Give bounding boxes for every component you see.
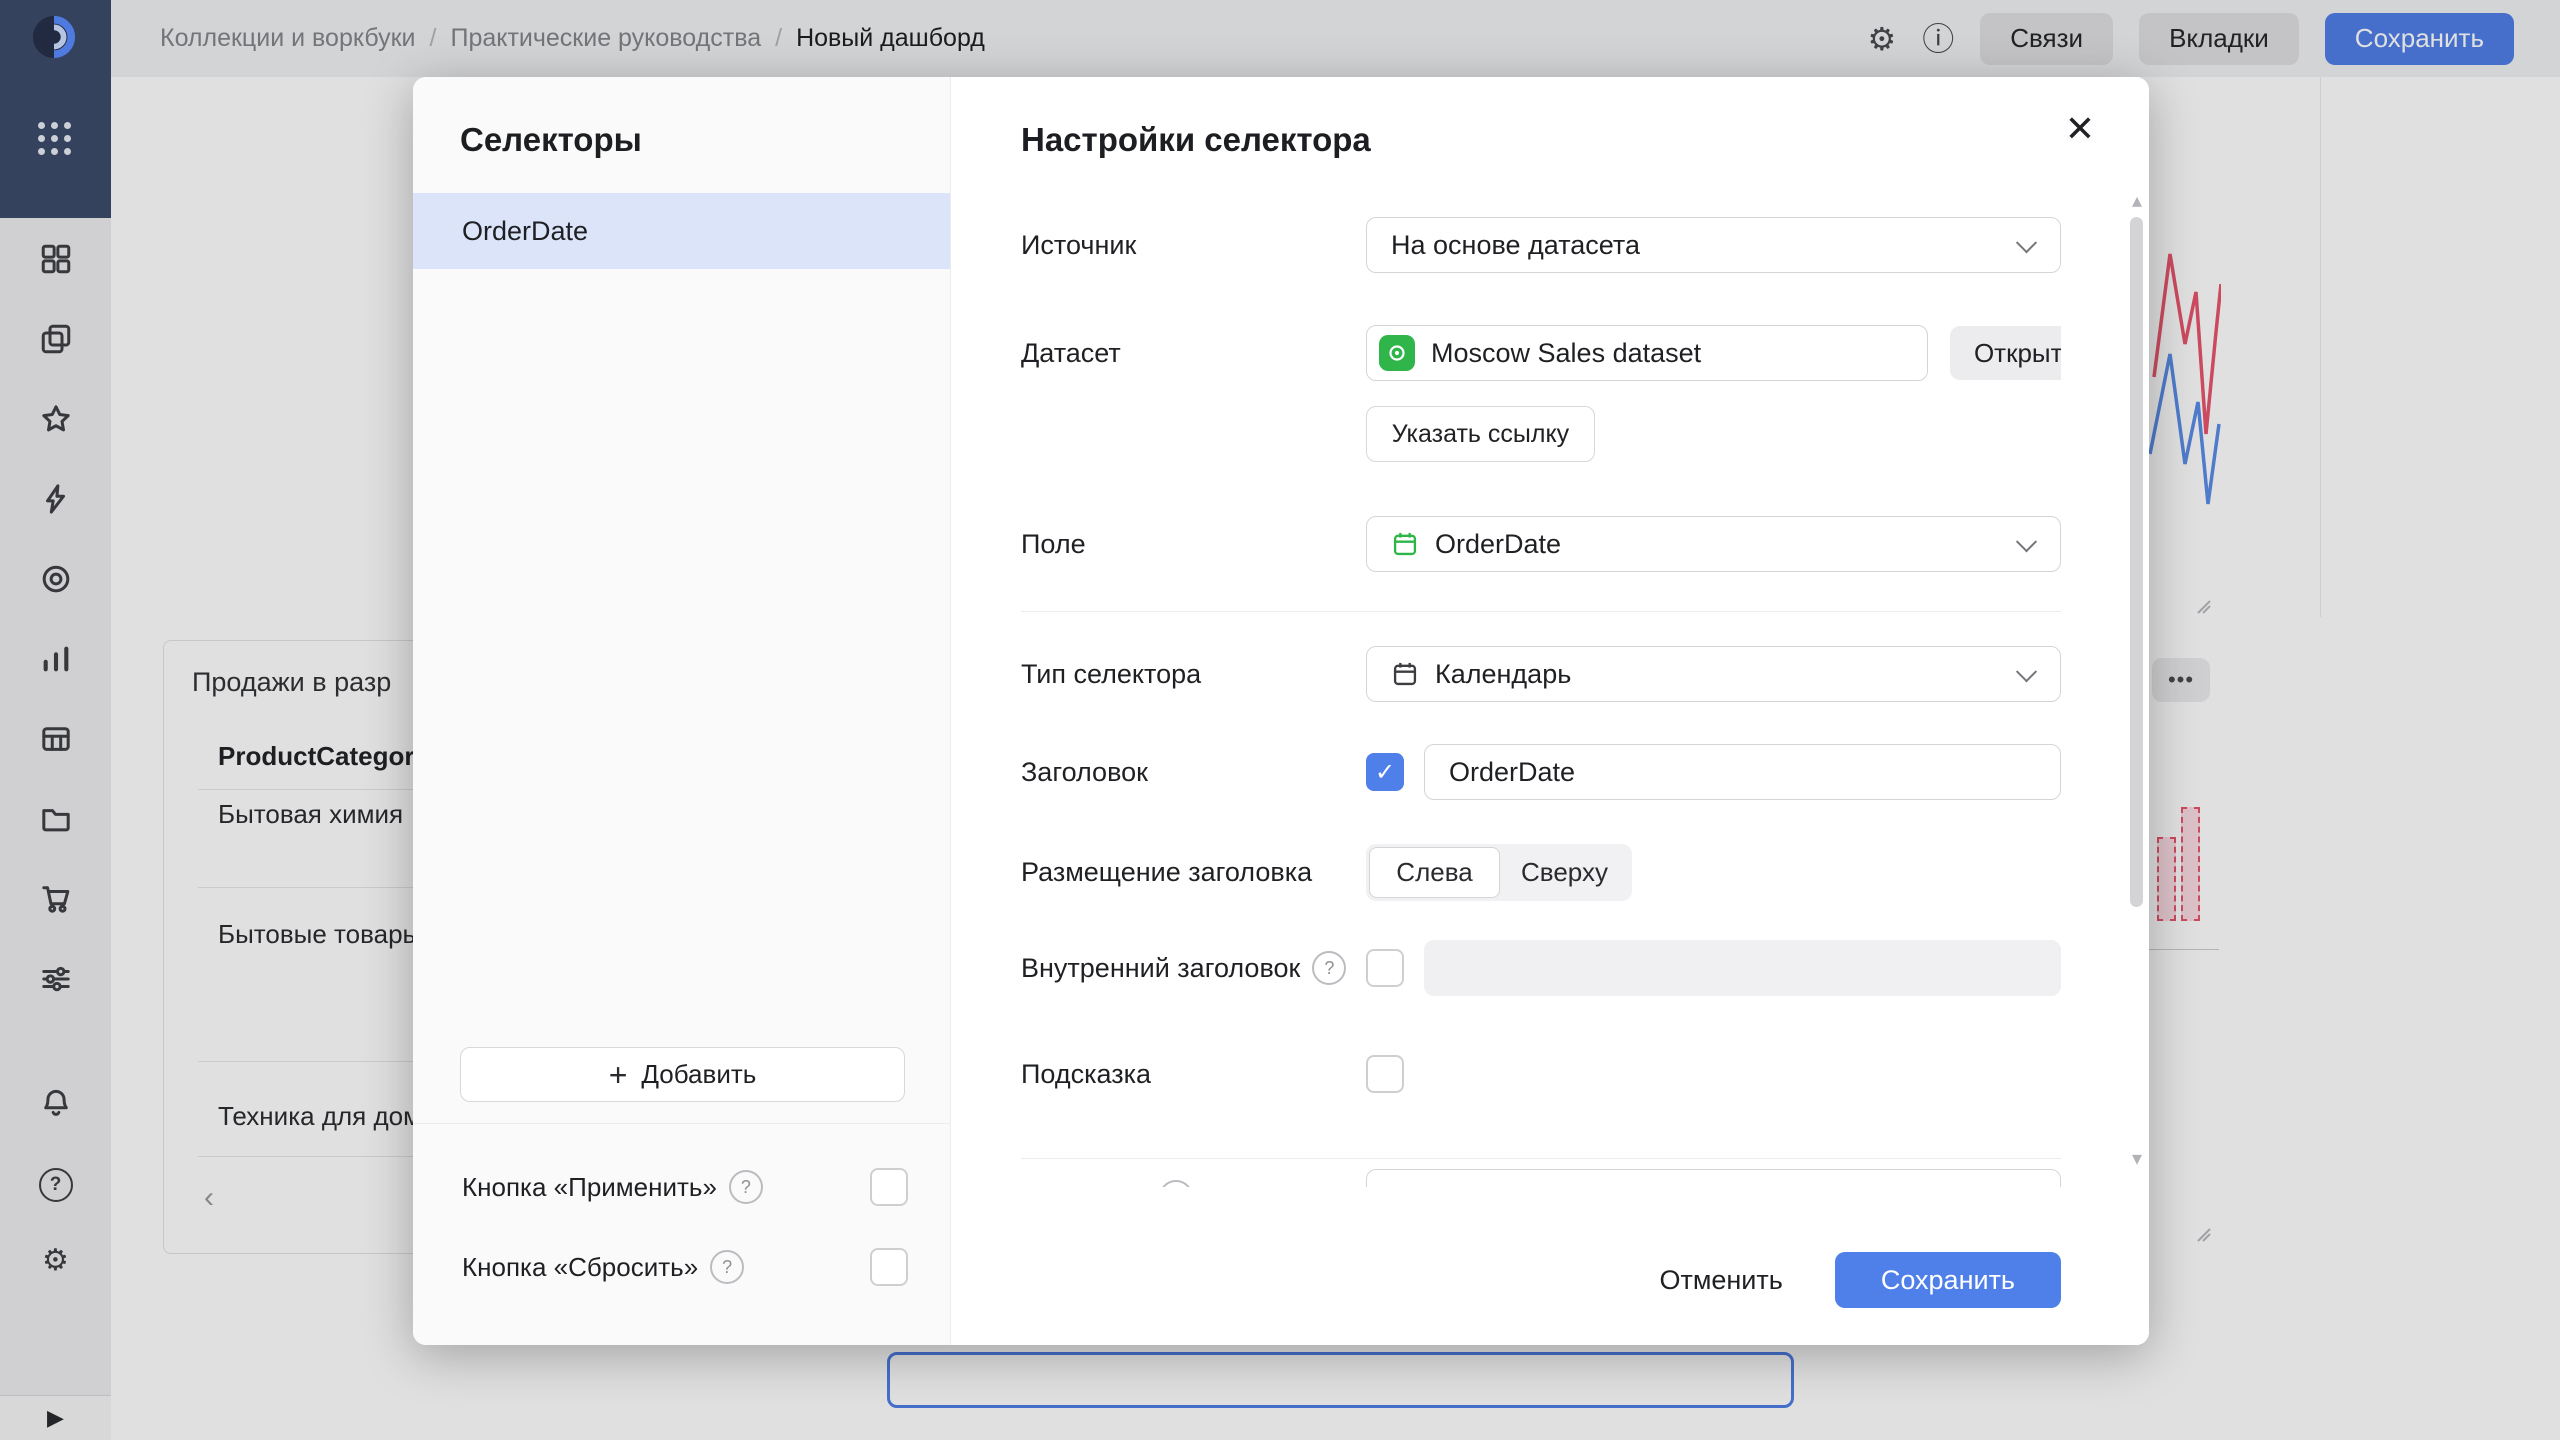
apply-button-option-label: Кнопка «Применить» (462, 1172, 717, 1203)
apply-button-checkbox[interactable] (870, 1168, 908, 1206)
field-select-value: OrderDate (1435, 529, 1561, 560)
save-selector-button[interactable]: Сохранить (1835, 1252, 2061, 1308)
pane-divider (413, 1123, 950, 1124)
open-dataset-button[interactable]: Открыть (1950, 326, 2061, 380)
header-text-input[interactable] (1424, 744, 2061, 800)
operation-select[interactable] (1366, 1169, 2061, 1187)
chevron-down-icon (2016, 531, 2037, 552)
header-checkbox[interactable]: ✓ (1366, 753, 1404, 791)
operation-help-icon[interactable]: ? (1159, 1180, 1193, 1187)
placement-segmented-control: Слева Сверху (1366, 844, 1632, 901)
selector-settings-pane: Настройки селектора ✕ Источник На основе… (951, 77, 2149, 1345)
scroll-up-icon[interactable]: ▴ (2132, 191, 2142, 211)
section-divider (1021, 1158, 2061, 1159)
header-row: Заголовок ✓ (1021, 744, 2061, 800)
field-row: Поле OrderDate (1021, 516, 2061, 572)
placement-top-segment[interactable]: Сверху (1500, 847, 1629, 898)
scrollbar-thumb[interactable] (2130, 217, 2143, 907)
selectors-pane-title: Селекторы (460, 121, 642, 159)
apply-button-option-row: Кнопка «Применить» ? (462, 1160, 908, 1214)
reset-button-option-label: Кнопка «Сбросить» (462, 1252, 698, 1283)
scroll-down-icon[interactable]: ▾ (2132, 1149, 2142, 1169)
header-placement-label: Размещение заголовка (1021, 857, 1366, 888)
settings-pane-title: Настройки селектора (1021, 121, 1371, 159)
selector-type-label: Тип селектора (1021, 659, 1366, 690)
dataset-icon (1379, 335, 1415, 371)
selector-type-row: Тип селектора Календарь (1021, 646, 2061, 702)
selector-list-item-orderdate[interactable]: OrderDate (413, 193, 950, 269)
close-icon[interactable]: ✕ (2065, 111, 2095, 147)
source-row: Источник На основе датасета (1021, 217, 2061, 273)
inner-header-row: Внутренний заголовок ? (1021, 940, 2061, 996)
operation-row: Операция ? (1021, 1169, 2061, 1187)
chevron-down-icon (2016, 661, 2037, 682)
dataset-field[interactable]: Moscow Sales dataset (1366, 325, 1928, 381)
operation-label: Операция (1021, 1182, 1147, 1188)
chevron-down-icon (2016, 232, 2037, 253)
inner-header-help-icon[interactable]: ? (1312, 951, 1346, 985)
section-divider (1021, 611, 2061, 612)
dataset-row: Датасет Moscow Sales dataset Открыть (1021, 325, 2061, 381)
source-select[interactable]: На основе датасета (1366, 217, 2061, 273)
hint-checkbox[interactable] (1366, 1055, 1404, 1093)
reset-help-icon[interactable]: ? (710, 1250, 744, 1284)
add-selector-label: Добавить (641, 1059, 756, 1090)
selectors-list-pane: Селекторы OrderDate + Добавить Кнопка «П… (413, 77, 951, 1345)
source-select-value: На основе датасета (1391, 230, 1640, 261)
add-selector-button[interactable]: + Добавить (460, 1047, 905, 1102)
reset-button-checkbox[interactable] (870, 1248, 908, 1286)
field-label: Поле (1021, 529, 1366, 560)
dataset-label: Датасет (1021, 338, 1366, 369)
calendar-icon (1391, 530, 1419, 558)
header-label: Заголовок (1021, 757, 1366, 788)
selector-type-select[interactable]: Календарь (1366, 646, 2061, 702)
dataset-link-row: Указать ссылку (1021, 406, 2061, 462)
selector-type-value: Календарь (1435, 659, 1571, 690)
check-icon: ✓ (1375, 758, 1395, 787)
inner-header-text-input (1424, 940, 2061, 996)
reset-button-option-row: Кнопка «Сбросить» ? (462, 1240, 908, 1294)
cancel-button[interactable]: Отменить (1627, 1252, 1814, 1308)
dataset-field-value: Moscow Sales dataset (1431, 338, 1701, 369)
hint-row: Подсказка (1021, 1047, 2061, 1101)
specify-link-button[interactable]: Указать ссылку (1366, 406, 1595, 462)
source-label: Источник (1021, 230, 1366, 261)
app: Коллекции и воркбуки / Практические руко… (0, 0, 2560, 1440)
apply-help-icon[interactable]: ? (729, 1170, 763, 1204)
settings-form: Источник На основе датасета Датасет (1021, 187, 2061, 1187)
header-placement-row: Размещение заголовка Слева Сверху (1021, 844, 2061, 901)
inner-header-checkbox[interactable] (1366, 949, 1404, 987)
calendar-icon (1391, 660, 1419, 688)
selector-settings-dialog: Селекторы OrderDate + Добавить Кнопка «П… (413, 77, 2149, 1345)
inner-header-label: Внутренний заголовок (1021, 953, 1300, 984)
plus-icon: + (609, 1059, 628, 1091)
chevron-down-icon (2016, 1184, 2037, 1187)
hint-label: Подсказка (1021, 1059, 1366, 1090)
dialog-footer: Отменить Сохранить (951, 1215, 2149, 1345)
placement-left-segment[interactable]: Слева (1369, 847, 1500, 898)
field-select[interactable]: OrderDate (1366, 516, 2061, 572)
